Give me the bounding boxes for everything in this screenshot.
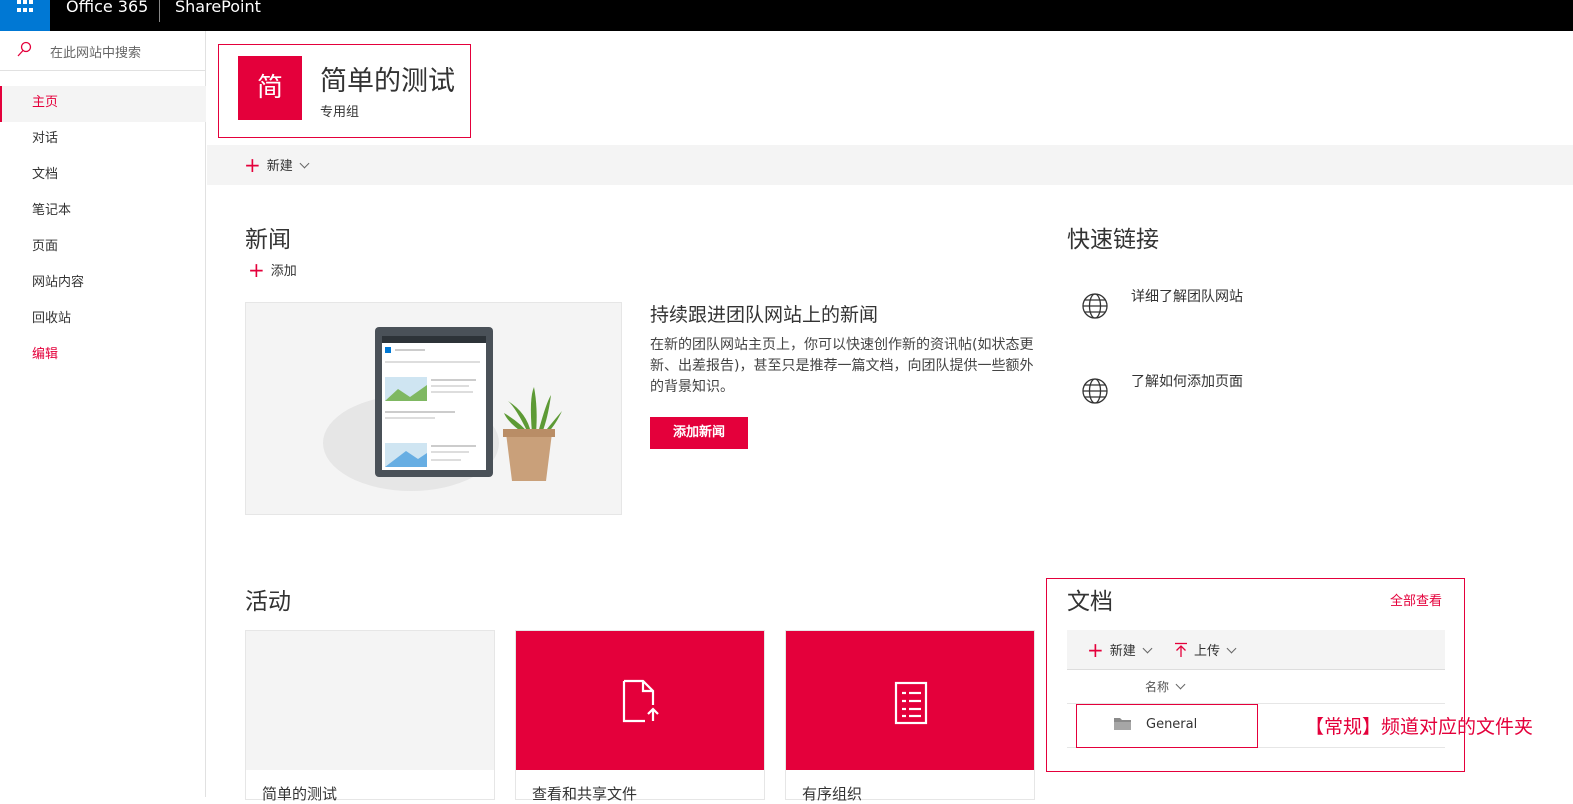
nav-item-conversations[interactable]: 对话 <box>0 122 206 158</box>
upload-icon <box>1175 642 1187 657</box>
office365-link[interactable]: Office 365 <box>66 0 148 16</box>
plus-icon: + <box>248 258 265 282</box>
chevron-down-icon <box>1142 643 1153 654</box>
card-thumbnail <box>246 631 494 770</box>
suite-bar: Office 365 SharePoint <box>0 0 1573 31</box>
news-illustration <box>245 302 622 515</box>
search-input[interactable]: 在此网站中搜索 <box>50 42 141 61</box>
site-subtitle: 专用组 <box>320 105 360 120</box>
folder-icon <box>1114 718 1131 730</box>
globe-icon <box>1082 293 1108 319</box>
nav-item-pages[interactable]: 页面 <box>0 230 206 266</box>
activity-card[interactable]: 简单的测试 <box>245 630 495 803</box>
annotation-note: 【常规】频道对应的文件夹 <box>1305 716 1534 738</box>
nav-item-documents[interactable]: 文档 <box>0 158 206 194</box>
upload-label: 上传 <box>1194 644 1221 659</box>
app-launcher-button[interactable] <box>0 0 50 31</box>
card-title: 有序组织 <box>802 785 863 803</box>
nav-list: 主页 对话 文档 笔记本 页面 网站内容 回收站 编辑 <box>0 86 206 374</box>
globe-icon <box>1082 378 1108 404</box>
list-document-icon <box>894 681 928 725</box>
plus-icon: + <box>244 153 261 177</box>
activity-card[interactable]: 查看和共享文件 <box>515 630 765 803</box>
site-search-box[interactable]: 在此网站中搜索 <box>0 31 206 71</box>
new-label: 新建 <box>266 159 293 174</box>
documents-heading: 文档 <box>1067 589 1113 615</box>
nav-item-recycle-bin[interactable]: 回收站 <box>0 302 206 338</box>
topbar-divider <box>159 0 160 22</box>
news-empty-title: 持续跟进团队网站上的新闻 <box>650 304 879 326</box>
column-name-label: 名称 <box>1145 680 1170 694</box>
card-title: 查看和共享文件 <box>532 785 638 803</box>
nav-edit-link[interactable]: 编辑 <box>0 338 206 374</box>
site-title[interactable]: 简单的测试 <box>320 59 455 98</box>
add-news-button[interactable]: 添加新闻 <box>650 417 748 449</box>
new-button[interactable]: + 新建 <box>244 153 310 177</box>
documents-command-bar: + 新建 上传 <box>1067 630 1445 670</box>
news-heading: 新闻 <box>245 227 291 253</box>
docs-new-button[interactable]: + 新建 <box>1087 638 1153 662</box>
view-all-link[interactable]: 全部查看 <box>1390 590 1442 609</box>
news-empty-description: 在新的团队网站主页上，你可以快速创作新的资讯帖(如状态更新、出差报告)，甚至只是… <box>650 337 1034 395</box>
search-icon <box>17 41 32 57</box>
chevron-down-icon <box>1226 643 1237 654</box>
waffle-icon <box>17 0 33 14</box>
quicklink-label: 了解如何添加页面 <box>1131 374 1243 390</box>
left-navigation: 在此网站中搜索 主页 对话 文档 笔记本 页面 网站内容 回收站 编辑 <box>0 31 206 797</box>
upload-button[interactable]: 上传 <box>1174 640 1237 659</box>
folder-general-link[interactable]: General <box>1146 717 1197 732</box>
command-bar: + 新建 <box>207 145 1573 185</box>
card-thumbnail <box>516 631 764 770</box>
sharepoint-link[interactable]: SharePoint <box>175 0 261 16</box>
docs-new-label: 新建 <box>1109 644 1136 659</box>
card-title: 简单的测试 <box>262 785 338 803</box>
nav-item-notebook[interactable]: 笔记本 <box>0 194 206 230</box>
document-upload-icon <box>622 679 659 723</box>
chevron-down-icon <box>1175 679 1186 690</box>
add-news-link[interactable]: + 添加 <box>248 258 297 282</box>
quicklink-label: 详细了解团队网站 <box>1131 289 1243 305</box>
site-header: 简 简单的测试 专用组 <box>218 44 471 138</box>
chevron-down-icon <box>299 158 310 169</box>
tablet-plant-illustration <box>323 327 562 491</box>
plus-icon: + <box>1087 638 1104 662</box>
nav-item-site-contents[interactable]: 网站内容 <box>0 266 206 302</box>
add-label: 添加 <box>270 264 297 279</box>
nav-item-home[interactable]: 主页 <box>0 86 206 122</box>
quicklinks-heading: 快速链接 <box>1067 227 1159 253</box>
activity-card[interactable]: 有序组织 <box>785 630 1035 803</box>
activity-heading: 活动 <box>245 589 291 615</box>
site-logo[interactable]: 简 <box>238 56 302 120</box>
card-thumbnail <box>786 631 1034 770</box>
column-header-name[interactable]: 名称 <box>1145 678 1186 695</box>
